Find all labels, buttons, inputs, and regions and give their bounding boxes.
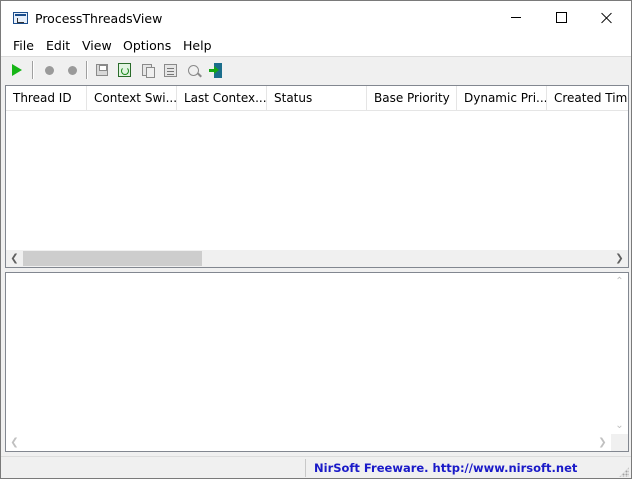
chevron-up-icon: ⌃ bbox=[615, 276, 624, 287]
pause-icon bbox=[67, 65, 77, 75]
column-context-switches[interactable]: Context Swi... bbox=[87, 86, 177, 110]
maximize-button[interactable] bbox=[538, 1, 584, 34]
menu-view[interactable]: View bbox=[82, 38, 112, 53]
chevron-right-icon: ❯ bbox=[598, 437, 607, 448]
menu-edit[interactable]: Edit bbox=[46, 38, 70, 53]
properties-button[interactable] bbox=[161, 61, 179, 79]
copy-button[interactable] bbox=[138, 61, 156, 79]
column-dynamic-priority[interactable]: Dynamic Pri... bbox=[457, 86, 547, 110]
pause-button[interactable] bbox=[63, 61, 81, 79]
column-created-time[interactable]: Created Time bbox=[547, 86, 628, 110]
window-title: ProcessThreadsView bbox=[35, 11, 163, 26]
menu-help[interactable]: Help bbox=[183, 38, 212, 53]
scroll-left-button[interactable]: ❮ bbox=[6, 250, 23, 267]
play-icon bbox=[12, 64, 22, 76]
exit-icon bbox=[209, 62, 223, 78]
refresh-button[interactable] bbox=[115, 61, 133, 79]
play-button[interactable] bbox=[8, 61, 26, 79]
scrollbar-thumb[interactable] bbox=[23, 251, 202, 266]
scroll-right-button[interactable]: ❯ bbox=[594, 434, 611, 451]
resize-grip-icon[interactable] bbox=[619, 467, 629, 477]
close-icon bbox=[601, 12, 613, 24]
save-icon bbox=[96, 64, 108, 76]
find-button[interactable] bbox=[184, 61, 202, 79]
table-header: Thread ID Context Swi... Last Contex... … bbox=[6, 86, 628, 111]
status-divider bbox=[305, 459, 306, 477]
menu-options[interactable]: Options bbox=[123, 38, 171, 53]
stop-icon bbox=[44, 65, 54, 75]
details-pane[interactable]: ⌃ ⌄ ❮ ❯ bbox=[5, 272, 629, 452]
chevron-down-icon: ⌄ bbox=[615, 420, 624, 431]
stop-button[interactable] bbox=[40, 61, 58, 79]
find-icon bbox=[187, 64, 199, 76]
title-bar[interactable]: ProcessThreadsView bbox=[1, 1, 631, 34]
scroll-down-button[interactable]: ⌄ bbox=[611, 417, 628, 434]
toolbar-separator bbox=[32, 61, 34, 79]
minimize-button[interactable] bbox=[493, 1, 539, 34]
scrollbar-corner bbox=[611, 434, 628, 451]
scroll-up-button[interactable]: ⌃ bbox=[611, 273, 628, 290]
properties-icon bbox=[163, 63, 177, 77]
maximize-icon bbox=[555, 12, 567, 23]
chevron-left-icon: ❮ bbox=[10, 437, 19, 448]
menu-file[interactable]: File bbox=[13, 38, 34, 53]
menu-bar: File Edit View Options Help bbox=[1, 34, 631, 56]
chevron-left-icon: ❮ bbox=[10, 253, 19, 264]
nirsoft-link[interactable]: NirSoft Freeware. http://www.nirsoft.net bbox=[314, 461, 577, 475]
exit-button[interactable] bbox=[207, 61, 225, 79]
details-horizontal-scrollbar[interactable]: ❮ ❯ bbox=[6, 434, 611, 451]
column-thread-id[interactable]: Thread ID bbox=[6, 86, 87, 110]
column-status[interactable]: Status bbox=[267, 86, 367, 110]
close-button[interactable] bbox=[584, 1, 630, 34]
threads-table[interactable]: Thread ID Context Swi... Last Contex... … bbox=[5, 85, 629, 268]
details-vertical-scrollbar[interactable]: ⌃ ⌄ bbox=[611, 273, 628, 434]
save-button[interactable] bbox=[93, 61, 111, 79]
app-icon bbox=[13, 12, 28, 24]
refresh-icon bbox=[117, 63, 131, 77]
minimize-icon bbox=[511, 17, 521, 18]
scroll-right-button[interactable]: ❯ bbox=[611, 250, 628, 267]
copy-icon bbox=[142, 64, 155, 78]
toolbar-separator bbox=[86, 61, 88, 79]
toolbar bbox=[1, 57, 631, 84]
column-base-priority[interactable]: Base Priority bbox=[367, 86, 457, 110]
scroll-left-button[interactable]: ❮ bbox=[6, 434, 23, 451]
status-bar: NirSoft Freeware. http://www.nirsoft.net bbox=[1, 456, 631, 478]
app-window: ProcessThreadsView File Edit View Option… bbox=[0, 0, 632, 479]
column-last-context[interactable]: Last Contex... bbox=[177, 86, 267, 110]
table-horizontal-scrollbar[interactable]: ❮ ❯ bbox=[6, 250, 628, 267]
chevron-right-icon: ❯ bbox=[615, 253, 624, 264]
